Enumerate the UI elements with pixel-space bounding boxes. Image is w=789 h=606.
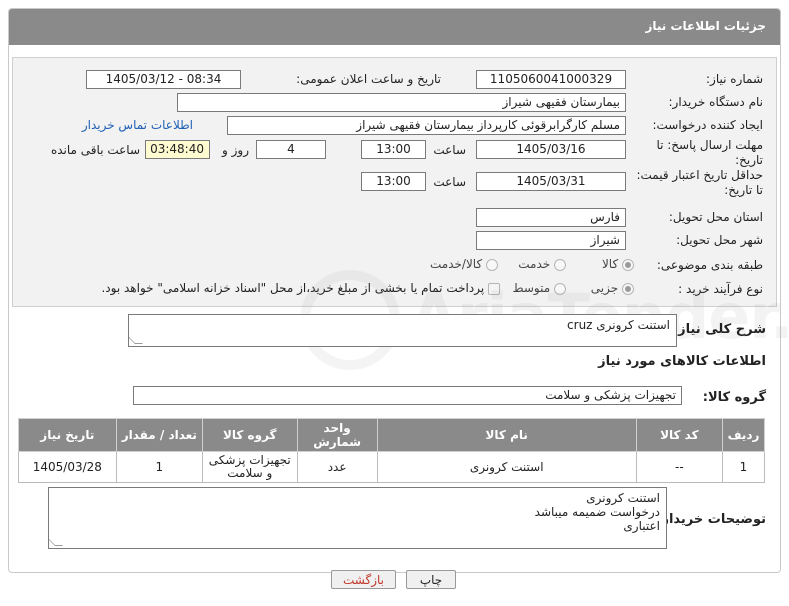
buyer-notes-line: استنت کرونری bbox=[586, 491, 660, 505]
need-number-field: 1105060041000329 bbox=[476, 70, 626, 89]
table-header-row: ردیف کد کالا نام کالا واحد شمارش گروه کا… bbox=[18, 418, 765, 452]
col-group-header: گروه کالا bbox=[201, 418, 298, 452]
goods-group-field: تجهیزات پزشکی و سلامت bbox=[133, 386, 682, 405]
days-label: روز و bbox=[222, 143, 249, 157]
cell-name: استنت کرونری bbox=[376, 451, 637, 483]
col-unit-header: واحد شمارش bbox=[296, 418, 378, 452]
radio-icon[interactable] bbox=[622, 282, 634, 295]
category-label: طبقه بندی موضوعی: bbox=[656, 258, 763, 272]
need-info-box: شماره نیاز: 1105060041000329 تاریخ و ساع… bbox=[12, 57, 777, 307]
buyer-notes-line: اعتباری bbox=[623, 519, 660, 533]
process-option-medium[interactable]: متوسط bbox=[512, 281, 566, 295]
cell-qty: 1 bbox=[115, 451, 203, 483]
goods-table: ردیف کد کالا نام کالا واحد شمارش گروه کا… bbox=[18, 418, 765, 483]
remaining-time-field: 03:48:40 bbox=[145, 140, 210, 159]
print-button[interactable]: چاپ bbox=[406, 570, 456, 589]
validity-time-field: 13:00 bbox=[361, 172, 426, 191]
cell-group: تجهیزات پزشکی و سلامت bbox=[201, 451, 298, 483]
back-button[interactable]: بازگشت bbox=[331, 570, 396, 589]
buyer-contact-link[interactable]: اطلاعات تماس خریدار bbox=[82, 118, 193, 132]
radio-icon[interactable] bbox=[554, 258, 566, 271]
cell-row: 1 bbox=[722, 451, 765, 483]
days-field: 4 bbox=[256, 140, 326, 159]
deadline-time-field: 13:00 bbox=[361, 140, 426, 159]
category-option-goods[interactable]: کالا bbox=[602, 257, 634, 271]
deadline-date-field: 1405/03/16 bbox=[476, 140, 626, 159]
cell-code: -- bbox=[635, 451, 724, 483]
resize-grip-icon[interactable] bbox=[49, 538, 63, 546]
need-number-label: شماره نیاز: bbox=[706, 72, 763, 86]
city-field: شیراز bbox=[476, 231, 626, 250]
radio-icon[interactable] bbox=[554, 282, 566, 295]
validity-label: حداقل تاریخ اعتبار قیمت: تا تاریخ: bbox=[636, 168, 763, 197]
col-qty-header: تعداد / مقدار bbox=[115, 418, 203, 452]
validity-date-field: 1405/03/31 bbox=[476, 172, 626, 191]
process-option-minor[interactable]: جزیی bbox=[591, 281, 634, 295]
goods-section-title: اطلاعات کالاهای مورد نیاز bbox=[598, 354, 766, 369]
announce-label: تاریخ و ساعت اعلان عمومی: bbox=[296, 72, 441, 86]
col-code-header: کد کالا bbox=[635, 418, 724, 452]
panel-title: جزئیات اطلاعات نیاز bbox=[9, 9, 780, 45]
requester-label: ایجاد کننده درخواست: bbox=[652, 118, 763, 132]
deadline-time-label: ساعت bbox=[433, 143, 466, 157]
radio-icon[interactable] bbox=[622, 258, 634, 271]
deadline-label: مهلت ارسال پاسخ: تا تاریخ: bbox=[656, 138, 763, 167]
col-date-header: تاریخ نیاز bbox=[18, 418, 117, 452]
treasury-payment-option[interactable]: پرداخت تمام یا بخشی از مبلغ خرید،از محل … bbox=[101, 281, 500, 295]
checkbox-icon[interactable] bbox=[488, 282, 500, 295]
remaining-label: ساعت باقی مانده bbox=[50, 143, 140, 157]
province-field: فارس bbox=[476, 208, 626, 227]
resize-grip-icon[interactable] bbox=[129, 336, 143, 344]
validity-time-label: ساعت bbox=[433, 175, 466, 189]
buyer-notes-textarea: استنت کرونری درخواست ضمیمه میباشد اعتبار… bbox=[48, 487, 667, 549]
cell-date: 1405/03/28 bbox=[18, 451, 117, 483]
process-label: نوع فرآیند خرید : bbox=[678, 282, 763, 296]
col-row-header: ردیف bbox=[722, 418, 765, 452]
summary-label: شرح کلی نیاز: bbox=[672, 322, 766, 337]
goods-group-label: گروه کالا: bbox=[702, 390, 766, 405]
radio-icon[interactable] bbox=[486, 258, 498, 271]
summary-text: استنت کرونری cruz bbox=[567, 318, 670, 332]
cell-unit: عدد bbox=[296, 451, 378, 483]
category-option-service[interactable]: خدمت bbox=[518, 257, 566, 271]
table-row: 1 -- استنت کرونری عدد تجهیزات پزشکی و سل… bbox=[18, 451, 765, 483]
buyer-org-label: نام دستگاه خریدار: bbox=[668, 95, 764, 109]
col-name-header: نام کالا bbox=[376, 418, 637, 452]
province-label: استان محل تحویل: bbox=[668, 210, 763, 224]
announce-field: 1405/03/12 - 08:34 bbox=[86, 70, 241, 89]
buyer-org-field: بیمارستان فقیهی شیراز bbox=[177, 93, 626, 112]
city-label: شهر محل تحویل: bbox=[676, 233, 763, 247]
buyer-notes-label: توضیحات خریدار: bbox=[656, 512, 766, 527]
requester-field: مسلم کارگرابرقوئی کارپرداز بیمارستان فقی… bbox=[227, 116, 626, 135]
category-option-goods-service[interactable]: کالا/خدمت bbox=[430, 257, 498, 271]
summary-textarea: استنت کرونری cruz bbox=[128, 314, 677, 347]
buyer-notes-line: درخواست ضمیمه میباشد bbox=[534, 505, 660, 519]
